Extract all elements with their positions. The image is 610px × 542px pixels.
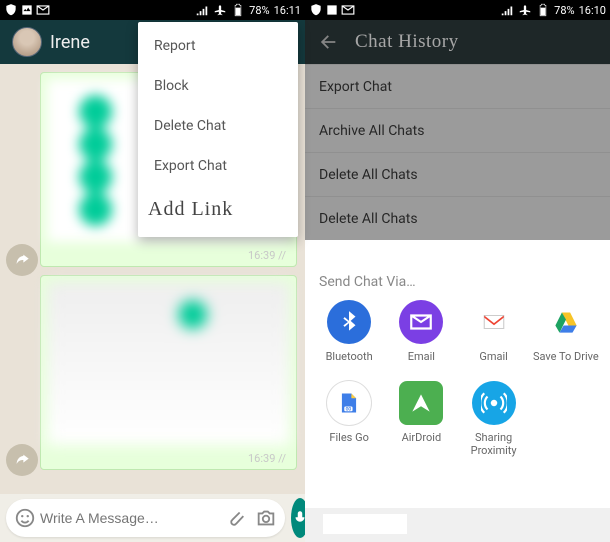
shield-icon bbox=[4, 3, 18, 17]
share-bluetooth[interactable]: Bluetooth bbox=[315, 300, 383, 363]
forward-button[interactable] bbox=[6, 244, 38, 276]
message-image bbox=[47, 282, 290, 445]
share-filesgo[interactable]: GO Files Go bbox=[315, 381, 383, 457]
battery-icon bbox=[231, 3, 245, 17]
proximity-icon bbox=[472, 381, 516, 425]
share-label: Save To Drive bbox=[533, 350, 599, 363]
right-pane: 78% 16:10 Chat History Export Chat Archi… bbox=[305, 0, 610, 542]
share-label: Bluetooth bbox=[326, 350, 373, 363]
contact-name[interactable]: Irene bbox=[50, 32, 90, 53]
image-icon bbox=[20, 3, 34, 17]
bluetooth-icon bbox=[327, 300, 371, 344]
chat-history-header: Chat History bbox=[305, 20, 610, 64]
share-label: Files Go bbox=[329, 431, 368, 444]
share-drive[interactable]: Save To Drive bbox=[532, 300, 600, 363]
list-delete-all[interactable]: Delete All Chats bbox=[305, 152, 610, 196]
page-title: Chat History bbox=[355, 31, 459, 53]
overflow-menu: Report Block Delete Chat Export Chat Add… bbox=[138, 22, 298, 237]
filesgo-icon: GO bbox=[327, 381, 371, 425]
clock-time: 16:10 bbox=[579, 4, 606, 17]
share-label: Email bbox=[408, 350, 435, 363]
airdroid-icon bbox=[399, 381, 443, 425]
share-sheet: Send Chat Via… Bluetooth Email Gmail bbox=[305, 260, 610, 542]
attach-icon[interactable] bbox=[225, 507, 247, 529]
emoji-icon[interactable] bbox=[14, 507, 36, 529]
airplane-icon bbox=[213, 3, 227, 17]
dimmed-background: Chat History Export Chat Archive All Cha… bbox=[305, 20, 610, 240]
share-email[interactable]: Email bbox=[387, 300, 455, 363]
menu-add-link[interactable]: Add Link bbox=[138, 186, 298, 233]
share-proximity[interactable]: Sharing Proximity bbox=[460, 381, 528, 457]
drive-icon bbox=[544, 300, 588, 344]
email-icon bbox=[399, 300, 443, 344]
avatar[interactable] bbox=[12, 27, 42, 57]
shield-icon bbox=[309, 3, 323, 17]
back-icon[interactable] bbox=[317, 31, 339, 53]
message-time: 16:39 // bbox=[248, 452, 286, 465]
list-delete-all[interactable]: Delete All Chats bbox=[305, 196, 610, 240]
menu-block[interactable]: Block bbox=[138, 66, 298, 106]
airplane-icon bbox=[518, 3, 532, 17]
message-time: 16:39 // bbox=[248, 249, 286, 262]
gmail-icon bbox=[472, 300, 516, 344]
share-title: Send Chat Via… bbox=[315, 268, 600, 300]
left-pane: 78% 16:11 Irene 16:39 // 16:39 // bbox=[0, 0, 305, 542]
status-bar: 78% 16:10 bbox=[305, 0, 610, 20]
list-archive-all[interactable]: Archive All Chats bbox=[305, 108, 610, 152]
clock-time: 16:11 bbox=[274, 4, 301, 17]
image-icon bbox=[325, 3, 339, 17]
mail-icon bbox=[36, 3, 50, 17]
input-wrap bbox=[6, 499, 285, 537]
forward-icon bbox=[14, 252, 30, 268]
forward-button[interactable] bbox=[6, 444, 38, 476]
message-bubble[interactable]: 16:39 // bbox=[40, 275, 297, 470]
forward-icon bbox=[14, 452, 30, 468]
signal-icon bbox=[500, 3, 514, 17]
mail-icon bbox=[341, 3, 355, 17]
input-bar bbox=[0, 494, 305, 542]
menu-report[interactable]: Report bbox=[138, 26, 298, 66]
message-input[interactable] bbox=[40, 510, 221, 526]
svg-text:GO: GO bbox=[346, 408, 352, 413]
menu-delete[interactable]: Delete Chat bbox=[138, 106, 298, 146]
share-label: Sharing Proximity bbox=[460, 431, 528, 457]
share-airdroid[interactable]: AirDroid bbox=[387, 381, 455, 457]
share-gmail[interactable]: Gmail bbox=[460, 300, 528, 363]
battery-icon bbox=[536, 3, 550, 17]
battery-pct: 78% bbox=[554, 4, 574, 17]
share-grid: Bluetooth Email Gmail Save To Drive bbox=[315, 300, 600, 458]
signal-icon bbox=[195, 3, 209, 17]
menu-export[interactable]: Export Chat bbox=[138, 146, 298, 186]
battery-pct: 78% bbox=[249, 4, 269, 17]
status-bar: 78% 16:11 bbox=[0, 0, 305, 20]
share-label: AirDroid bbox=[402, 431, 442, 444]
camera-icon[interactable] bbox=[255, 507, 277, 529]
bottom-spacer bbox=[305, 508, 610, 542]
share-label: Gmail bbox=[479, 350, 507, 363]
list-export-chat[interactable]: Export Chat bbox=[305, 64, 610, 108]
